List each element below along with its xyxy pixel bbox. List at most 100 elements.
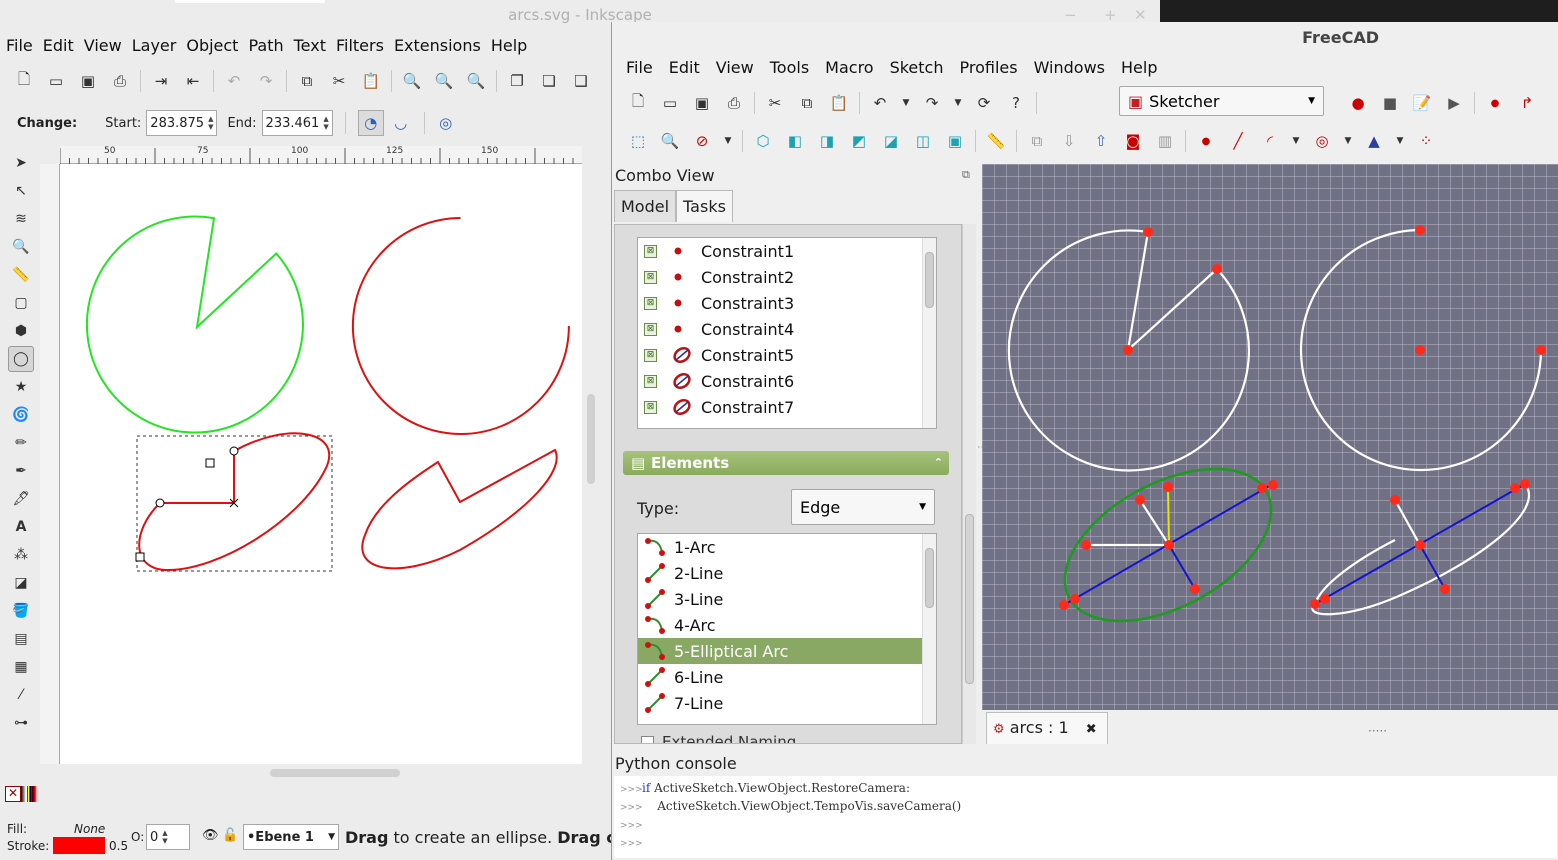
create-arc-icon[interactable]: ◜ bbox=[1258, 129, 1282, 153]
print-icon[interactable]: ⎙ bbox=[108, 69, 132, 93]
save-icon[interactable]: ▣ bbox=[690, 91, 714, 115]
spray-tool-icon[interactable]: ⁂ bbox=[8, 542, 34, 568]
left-view-icon[interactable]: ▣ bbox=[943, 129, 967, 153]
sketch-geometry[interactable] bbox=[982, 164, 1558, 710]
redo-icon[interactable]: ↷ bbox=[254, 69, 278, 93]
create-bspline-icon[interactable]: ⁘ bbox=[1414, 129, 1438, 153]
dropper-tool-icon[interactable]: ⁄ bbox=[8, 682, 34, 708]
constraint-row[interactable]: ⊠ Constraint7 bbox=[638, 394, 922, 420]
mesh-tool-icon[interactable]: ▦ bbox=[8, 654, 34, 680]
visibility-icon[interactable]: 👁 bbox=[202, 828, 219, 843]
zoom-page-icon[interactable]: 🔍 bbox=[464, 69, 488, 93]
sketch-vertex[interactable] bbox=[1164, 540, 1174, 550]
drawing[interactable] bbox=[60, 164, 582, 764]
print-icon[interactable]: ⎙ bbox=[722, 91, 746, 115]
menu-object[interactable]: Object bbox=[180, 32, 242, 60]
fit-all-icon[interactable]: ⬚ bbox=[626, 129, 650, 153]
sketch-vertex[interactable] bbox=[1415, 540, 1425, 550]
measure-tool-icon[interactable]: 📏 bbox=[8, 262, 34, 288]
elements-header[interactable]: ▤ Elements ⌃ bbox=[623, 451, 949, 475]
chevron-down-icon[interactable]: ▼ bbox=[1394, 129, 1406, 153]
sketch-vertex[interactable] bbox=[1123, 345, 1133, 355]
menu-file[interactable]: File bbox=[0, 32, 37, 60]
copy-icon[interactable]: ⧉ bbox=[295, 69, 319, 93]
new-icon[interactable]: 🗋 bbox=[626, 91, 650, 115]
canvas-vscroll[interactable] bbox=[584, 164, 598, 764]
refresh-icon[interactable]: ⟳ bbox=[972, 91, 996, 115]
node-tool-icon[interactable]: ↖ bbox=[8, 178, 34, 204]
calligraphy-tool-icon[interactable]: 🖋 bbox=[8, 486, 34, 512]
constraint-row[interactable]: ⊠ Constraint1 bbox=[638, 238, 922, 264]
python-console-output[interactable]: >>>if ActiveSketch.ViewObject.RestoreCam… bbox=[614, 776, 1557, 858]
fc-menu-profiles[interactable]: Profiles bbox=[951, 56, 1025, 80]
selector-tool-icon[interactable]: ➤ bbox=[8, 150, 34, 176]
sketch-vertex[interactable] bbox=[1310, 599, 1320, 609]
redo-icon[interactable]: ↷ bbox=[920, 91, 944, 115]
connector-tool-icon[interactable]: ⊶ bbox=[8, 710, 34, 736]
save-icon[interactable]: ▣ bbox=[76, 69, 100, 93]
spin-arrows-icon[interactable]: ▲ ▼ bbox=[208, 115, 213, 131]
fc-menu-tools[interactable]: Tools bbox=[762, 56, 817, 80]
sketch-vertex[interactable] bbox=[1081, 540, 1091, 550]
no-paint-swatch[interactable]: ✕ bbox=[5, 786, 21, 802]
arc-start-handle[interactable] bbox=[229, 446, 239, 456]
duplicate-icon[interactable]: ❐ bbox=[505, 69, 529, 93]
spin-arrows-icon[interactable]: ▲ ▼ bbox=[162, 829, 167, 845]
menu-help[interactable]: Help bbox=[485, 32, 531, 60]
chevron-down-icon[interactable]: ▼ bbox=[722, 129, 734, 153]
doc-tab-arcs[interactable]: ⚙ arcs : 1 ✖ bbox=[986, 712, 1108, 744]
sketch-line[interactable] bbox=[1394, 499, 1421, 546]
red-ellipse-pie[interactable] bbox=[361, 448, 558, 570]
close-tab-icon[interactable]: ✖ bbox=[1086, 722, 1097, 737]
unlink-clone-icon[interactable]: ❑ bbox=[569, 69, 593, 93]
menu-layer[interactable]: Layer bbox=[126, 32, 181, 60]
create-line-icon[interactable]: ╱ bbox=[1226, 129, 1250, 153]
element-row[interactable]: 1-Arc bbox=[638, 534, 922, 560]
arc-open-toggle[interactable]: ◡ bbox=[388, 110, 414, 136]
ellipse-handle-square[interactable] bbox=[205, 458, 215, 468]
canvas-hscroll[interactable] bbox=[60, 766, 600, 780]
undo-icon[interactable]: ↶ bbox=[222, 69, 246, 93]
sketch-vertex[interactable] bbox=[1415, 345, 1425, 355]
lock-icon[interactable]: 🔓 bbox=[222, 828, 238, 843]
constraint-checkbox[interactable]: ⊠ bbox=[644, 322, 657, 336]
pencil-tool-icon[interactable]: ✏ bbox=[8, 430, 34, 456]
draw-style-icon[interactable]: ⊘ bbox=[690, 129, 714, 153]
copy-icon[interactable]: ⧉ bbox=[795, 91, 819, 115]
new-sketch-icon[interactable]: ⧉ bbox=[1025, 129, 1049, 153]
cut-icon[interactable]: ✂ bbox=[763, 91, 787, 115]
import-icon[interactable]: ⇥ bbox=[149, 69, 173, 93]
element-row[interactable]: 7-Line bbox=[638, 690, 922, 716]
extended-naming-checkbox[interactable]: Extended Naming bbox=[641, 733, 796, 743]
sketch-vertex[interactable] bbox=[1257, 483, 1267, 493]
element-row[interactable]: 3-Line bbox=[638, 586, 922, 612]
splitter-dots[interactable]: ····· bbox=[1368, 724, 1387, 738]
start-spinbox[interactable]: 283.875 ▲ ▼ bbox=[146, 110, 218, 136]
chevron-down-icon[interactable]: ▼ bbox=[900, 91, 912, 115]
constraints-scrollbar[interactable] bbox=[922, 238, 936, 428]
sketch-vertex[interactable] bbox=[1190, 584, 1200, 594]
clone-icon[interactable]: ❏ bbox=[537, 69, 561, 93]
fc-menu-sketch[interactable]: Sketch bbox=[882, 56, 952, 80]
pen-tool-icon[interactable]: ✒ bbox=[8, 458, 34, 484]
inkscape-canvas[interactable] bbox=[60, 164, 582, 764]
isometric-view-icon[interactable]: ⬡ bbox=[751, 129, 775, 153]
element-row[interactable]: 6-Line bbox=[638, 664, 922, 690]
sketch-vertex[interactable] bbox=[1268, 480, 1278, 490]
sketch-vertex[interactable] bbox=[1163, 482, 1173, 492]
paste-icon[interactable]: 📋 bbox=[359, 69, 383, 93]
sketch-vertex[interactable] bbox=[1070, 594, 1080, 604]
tab-tasks[interactable]: Tasks bbox=[676, 190, 733, 222]
constraint-checkbox[interactable]: ⊠ bbox=[644, 270, 657, 284]
menu-filters[interactable]: Filters bbox=[330, 32, 388, 60]
eraser-tool-icon[interactable]: ◪ bbox=[8, 570, 34, 596]
stroke-swatch[interactable] bbox=[53, 837, 105, 854]
sketch-vertex[interactable] bbox=[1320, 594, 1330, 604]
paint-bucket-tool-icon[interactable]: 🪣 bbox=[8, 598, 34, 624]
task-panel-scrollbar[interactable] bbox=[962, 224, 976, 744]
whats-this-icon[interactable]: ? bbox=[1004, 91, 1028, 115]
sketch-line[interactable] bbox=[1139, 499, 1170, 546]
sketch-vertex[interactable] bbox=[1059, 600, 1069, 610]
chevron-down-icon[interactable]: ▼ bbox=[1342, 129, 1354, 153]
constraint-row[interactable]: ⊠ Constraint5 bbox=[638, 342, 922, 368]
